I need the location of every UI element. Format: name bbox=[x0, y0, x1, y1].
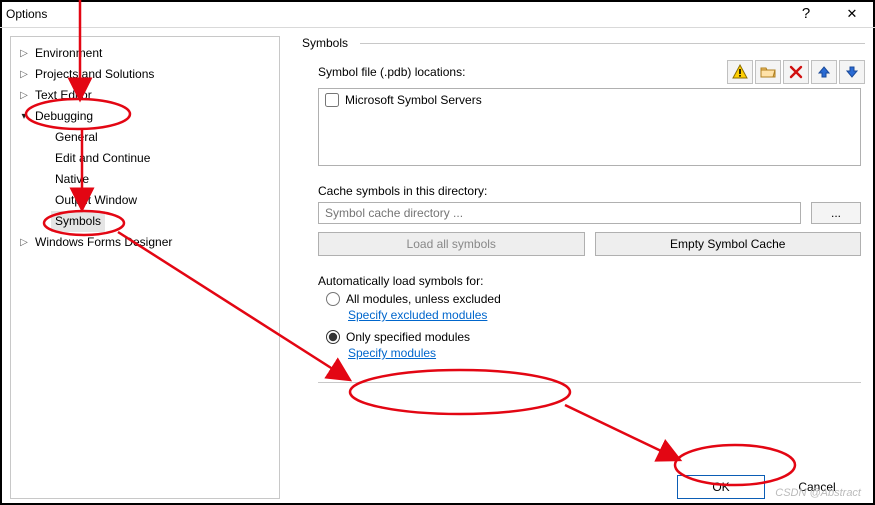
chevron-right-icon: ▷ bbox=[17, 64, 31, 85]
options-tree[interactable]: ▷ Environment ▷ Projects and Solutions ▷… bbox=[10, 36, 280, 499]
tree-item-output-window[interactable]: Output Window bbox=[11, 190, 279, 211]
tree-item-label: Text Editor bbox=[31, 85, 96, 106]
delete-icon[interactable] bbox=[783, 60, 809, 84]
tree-item-label: Debugging bbox=[31, 106, 97, 127]
tree-item-label: Output Window bbox=[51, 190, 141, 211]
tree-item-wfd[interactable]: ▷ Windows Forms Designer bbox=[11, 232, 279, 253]
move-down-button[interactable] bbox=[839, 60, 865, 84]
empty-symbol-cache-button[interactable]: Empty Symbol Cache bbox=[595, 232, 862, 256]
move-up-button[interactable] bbox=[811, 60, 837, 84]
tree-item-label: Edit and Continue bbox=[51, 148, 154, 169]
cache-label: Cache symbols in this directory: bbox=[318, 184, 861, 198]
section-title: Symbols bbox=[302, 36, 348, 50]
ok-button[interactable]: OK bbox=[677, 475, 765, 499]
link-specify-excluded[interactable]: Specify excluded modules bbox=[348, 308, 487, 322]
chevron-right-icon: ▷ bbox=[17, 85, 31, 106]
tree-item-projects[interactable]: ▷ Projects and Solutions bbox=[11, 64, 279, 85]
link-specify-modules[interactable]: Specify modules bbox=[348, 346, 436, 360]
cancel-button[interactable]: Cancel bbox=[773, 475, 861, 499]
tree-item-label: Windows Forms Designer bbox=[31, 232, 176, 253]
tree-item-general[interactable]: General bbox=[11, 127, 279, 148]
radio-all-modules[interactable] bbox=[326, 292, 340, 306]
warning-icon[interactable] bbox=[727, 60, 753, 84]
load-all-symbols-button[interactable]: Load all symbols bbox=[318, 232, 585, 256]
locations-listbox[interactable]: Microsoft Symbol Servers bbox=[318, 88, 861, 166]
chevron-down-icon: ▾ bbox=[17, 106, 31, 127]
tree-item-label: General bbox=[51, 127, 102, 148]
radio-only-specified[interactable] bbox=[326, 330, 340, 344]
tree-item-texteditor[interactable]: ▷ Text Editor bbox=[11, 85, 279, 106]
cache-directory-input[interactable] bbox=[318, 202, 801, 224]
locations-toolbar bbox=[727, 60, 865, 84]
tree-item-native[interactable]: Native bbox=[11, 169, 279, 190]
dialog-footer: OK Cancel bbox=[302, 460, 861, 499]
browse-cache-button[interactable]: ... bbox=[811, 202, 861, 224]
radio-all-modules-row[interactable]: All modules, unless excluded bbox=[326, 292, 865, 306]
close-button[interactable]: ✕ bbox=[829, 0, 875, 27]
chevron-right-icon: ▷ bbox=[17, 43, 31, 64]
ms-symbol-servers-row[interactable]: Microsoft Symbol Servers bbox=[325, 93, 854, 107]
help-button[interactable]: ? bbox=[783, 0, 829, 27]
tree-item-label: Environment bbox=[31, 43, 106, 64]
tree-item-environment[interactable]: ▷ Environment bbox=[11, 43, 279, 64]
title-bar: Options ? ✕ bbox=[0, 0, 875, 28]
radio-all-modules-label: All modules, unless excluded bbox=[346, 292, 501, 306]
radio-only-specified-label: Only specified modules bbox=[346, 330, 470, 344]
tree-item-debugging[interactable]: ▾ Debugging bbox=[11, 106, 279, 127]
window-title: Options bbox=[6, 7, 47, 21]
tree-item-label: Symbols bbox=[51, 211, 105, 232]
radio-only-specified-row[interactable]: Only specified modules bbox=[326, 330, 865, 344]
open-folder-icon[interactable] bbox=[755, 60, 781, 84]
auto-load-label: Automatically load symbols for: bbox=[318, 274, 865, 288]
section-header: Symbols bbox=[302, 36, 865, 50]
ms-symbol-servers-label: Microsoft Symbol Servers bbox=[345, 93, 482, 107]
ms-symbol-servers-checkbox[interactable] bbox=[325, 93, 339, 107]
tree-item-edit-continue[interactable]: Edit and Continue bbox=[11, 148, 279, 169]
locations-label: Symbol file (.pdb) locations: bbox=[318, 65, 465, 79]
tree-item-label: Projects and Solutions bbox=[31, 64, 158, 85]
tree-item-symbols[interactable]: Symbols bbox=[11, 211, 279, 232]
tree-item-label: Native bbox=[51, 169, 93, 190]
chevron-right-icon: ▷ bbox=[17, 232, 31, 253]
